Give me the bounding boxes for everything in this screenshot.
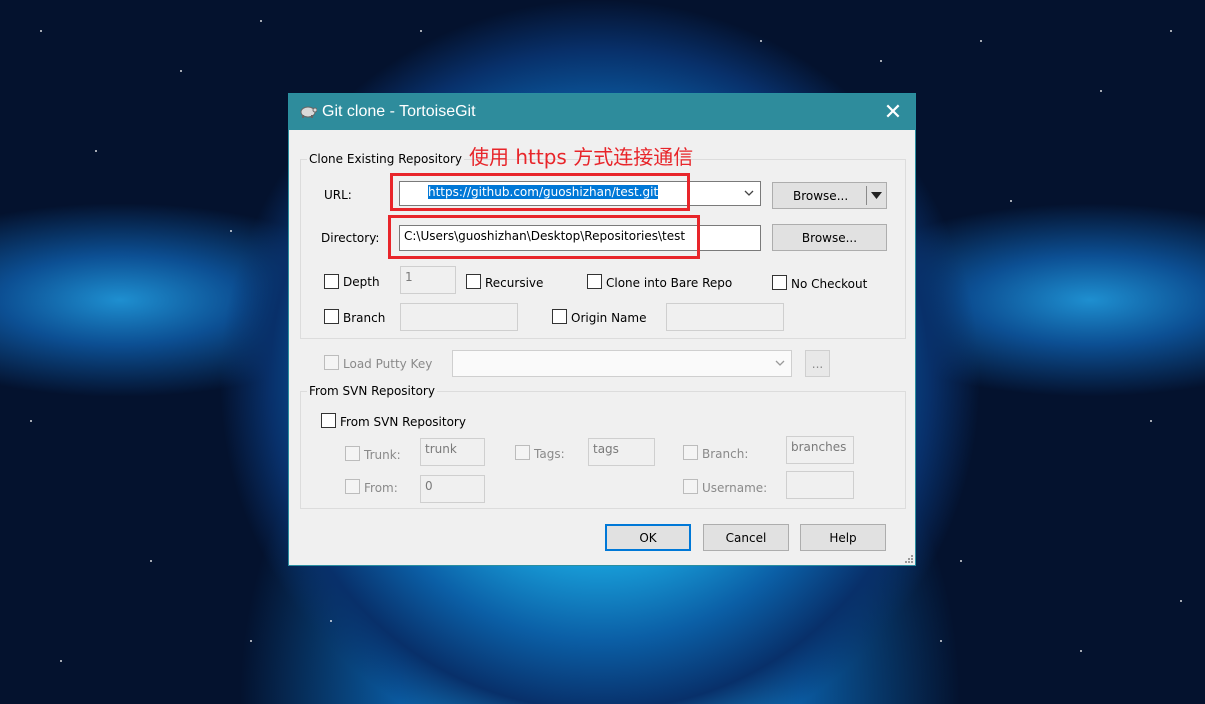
bare-repo-label: Clone into Bare Repo bbox=[606, 276, 733, 290]
depth-value: 1 bbox=[405, 270, 413, 284]
load-putty-key-label: Load Putty Key bbox=[343, 357, 433, 371]
resize-grip-icon[interactable] bbox=[903, 553, 913, 563]
close-icon: ✕ bbox=[883, 99, 903, 125]
tags-checkbox[interactable] bbox=[515, 445, 530, 460]
url-browse-button[interactable]: Browse... bbox=[772, 182, 887, 209]
from-checkbox[interactable] bbox=[345, 479, 360, 494]
trunk-value: trunk bbox=[425, 442, 457, 456]
putty-browse-label: ... bbox=[811, 356, 824, 371]
dropdown-arrow-icon[interactable] bbox=[871, 192, 882, 199]
username-input[interactable] bbox=[786, 471, 854, 499]
from-label: From: bbox=[364, 481, 398, 495]
origin-name-label: Origin Name bbox=[571, 311, 647, 325]
username-label: Username: bbox=[702, 481, 768, 495]
from-value: 0 bbox=[425, 479, 433, 493]
svn-branch-value: branches bbox=[791, 440, 847, 454]
recursive-label: Recursive bbox=[485, 276, 544, 290]
tags-value: tags bbox=[593, 442, 619, 456]
branch-label: Branch bbox=[343, 311, 386, 325]
branch-input[interactable] bbox=[400, 303, 518, 331]
url-browse-label: Browse... bbox=[793, 188, 849, 203]
directory-browse-button[interactable]: Browse... bbox=[772, 224, 887, 251]
ok-button[interactable]: OK bbox=[605, 524, 691, 551]
origin-name-input[interactable] bbox=[666, 303, 784, 331]
username-checkbox[interactable] bbox=[683, 479, 698, 494]
directory-highlight-box bbox=[388, 215, 700, 259]
trunk-checkbox[interactable] bbox=[345, 446, 360, 461]
origin-name-checkbox[interactable] bbox=[552, 309, 567, 324]
chevron-down-icon[interactable] bbox=[775, 360, 785, 367]
directory-browse-label: Browse... bbox=[801, 230, 858, 245]
window-title: Git clone - TortoiseGit bbox=[322, 103, 476, 120]
title-bar[interactable]: Git clone - TortoiseGit ✕ bbox=[289, 94, 915, 130]
clone-group-label: Clone Existing Repository bbox=[307, 152, 465, 166]
url-label: URL: bbox=[324, 188, 352, 202]
depth-input[interactable]: 1 bbox=[400, 266, 456, 294]
svn-branch-label: Branch: bbox=[702, 447, 749, 461]
tortoise-icon bbox=[300, 106, 317, 118]
directory-label: Directory: bbox=[321, 231, 380, 245]
svn-branch-checkbox[interactable] bbox=[683, 445, 698, 460]
help-label: Help bbox=[829, 530, 857, 545]
tags-label: Tags: bbox=[534, 447, 565, 461]
browse-split-divider bbox=[866, 186, 867, 205]
close-button[interactable]: ✕ bbox=[871, 94, 915, 130]
from-svn-checkbox[interactable] bbox=[321, 413, 336, 428]
trunk-input[interactable]: trunk bbox=[420, 438, 485, 466]
bare-repo-checkbox[interactable] bbox=[587, 274, 602, 289]
git-clone-dialog: Git clone - TortoiseGit ✕ Clone Existing… bbox=[288, 93, 916, 566]
branch-checkbox[interactable] bbox=[324, 309, 339, 324]
cancel-button[interactable]: Cancel bbox=[703, 524, 789, 551]
cancel-label: Cancel bbox=[725, 530, 767, 545]
from-input[interactable]: 0 bbox=[420, 475, 485, 503]
url-highlight-box bbox=[390, 173, 690, 211]
depth-checkbox[interactable] bbox=[324, 274, 339, 289]
recursive-checkbox[interactable] bbox=[466, 274, 481, 289]
putty-browse-button[interactable]: ... bbox=[805, 350, 830, 377]
annotation-text: 使用 https 方式连接通信 bbox=[469, 145, 694, 169]
no-checkout-label: No Checkout bbox=[791, 277, 868, 291]
trunk-label: Trunk: bbox=[364, 448, 401, 462]
putty-key-combobox[interactable] bbox=[452, 350, 792, 377]
depth-label: Depth bbox=[343, 275, 380, 289]
svn-group-label: From SVN Repository bbox=[307, 384, 437, 398]
chevron-down-icon[interactable] bbox=[744, 190, 754, 197]
help-button[interactable]: Help bbox=[800, 524, 886, 551]
from-svn-label: From SVN Repository bbox=[340, 415, 466, 429]
load-putty-key-checkbox[interactable] bbox=[324, 355, 339, 370]
tags-input[interactable]: tags bbox=[588, 438, 655, 466]
ok-label: OK bbox=[639, 530, 657, 545]
svn-branch-input[interactable]: branches bbox=[786, 436, 854, 464]
no-checkout-checkbox[interactable] bbox=[772, 275, 787, 290]
